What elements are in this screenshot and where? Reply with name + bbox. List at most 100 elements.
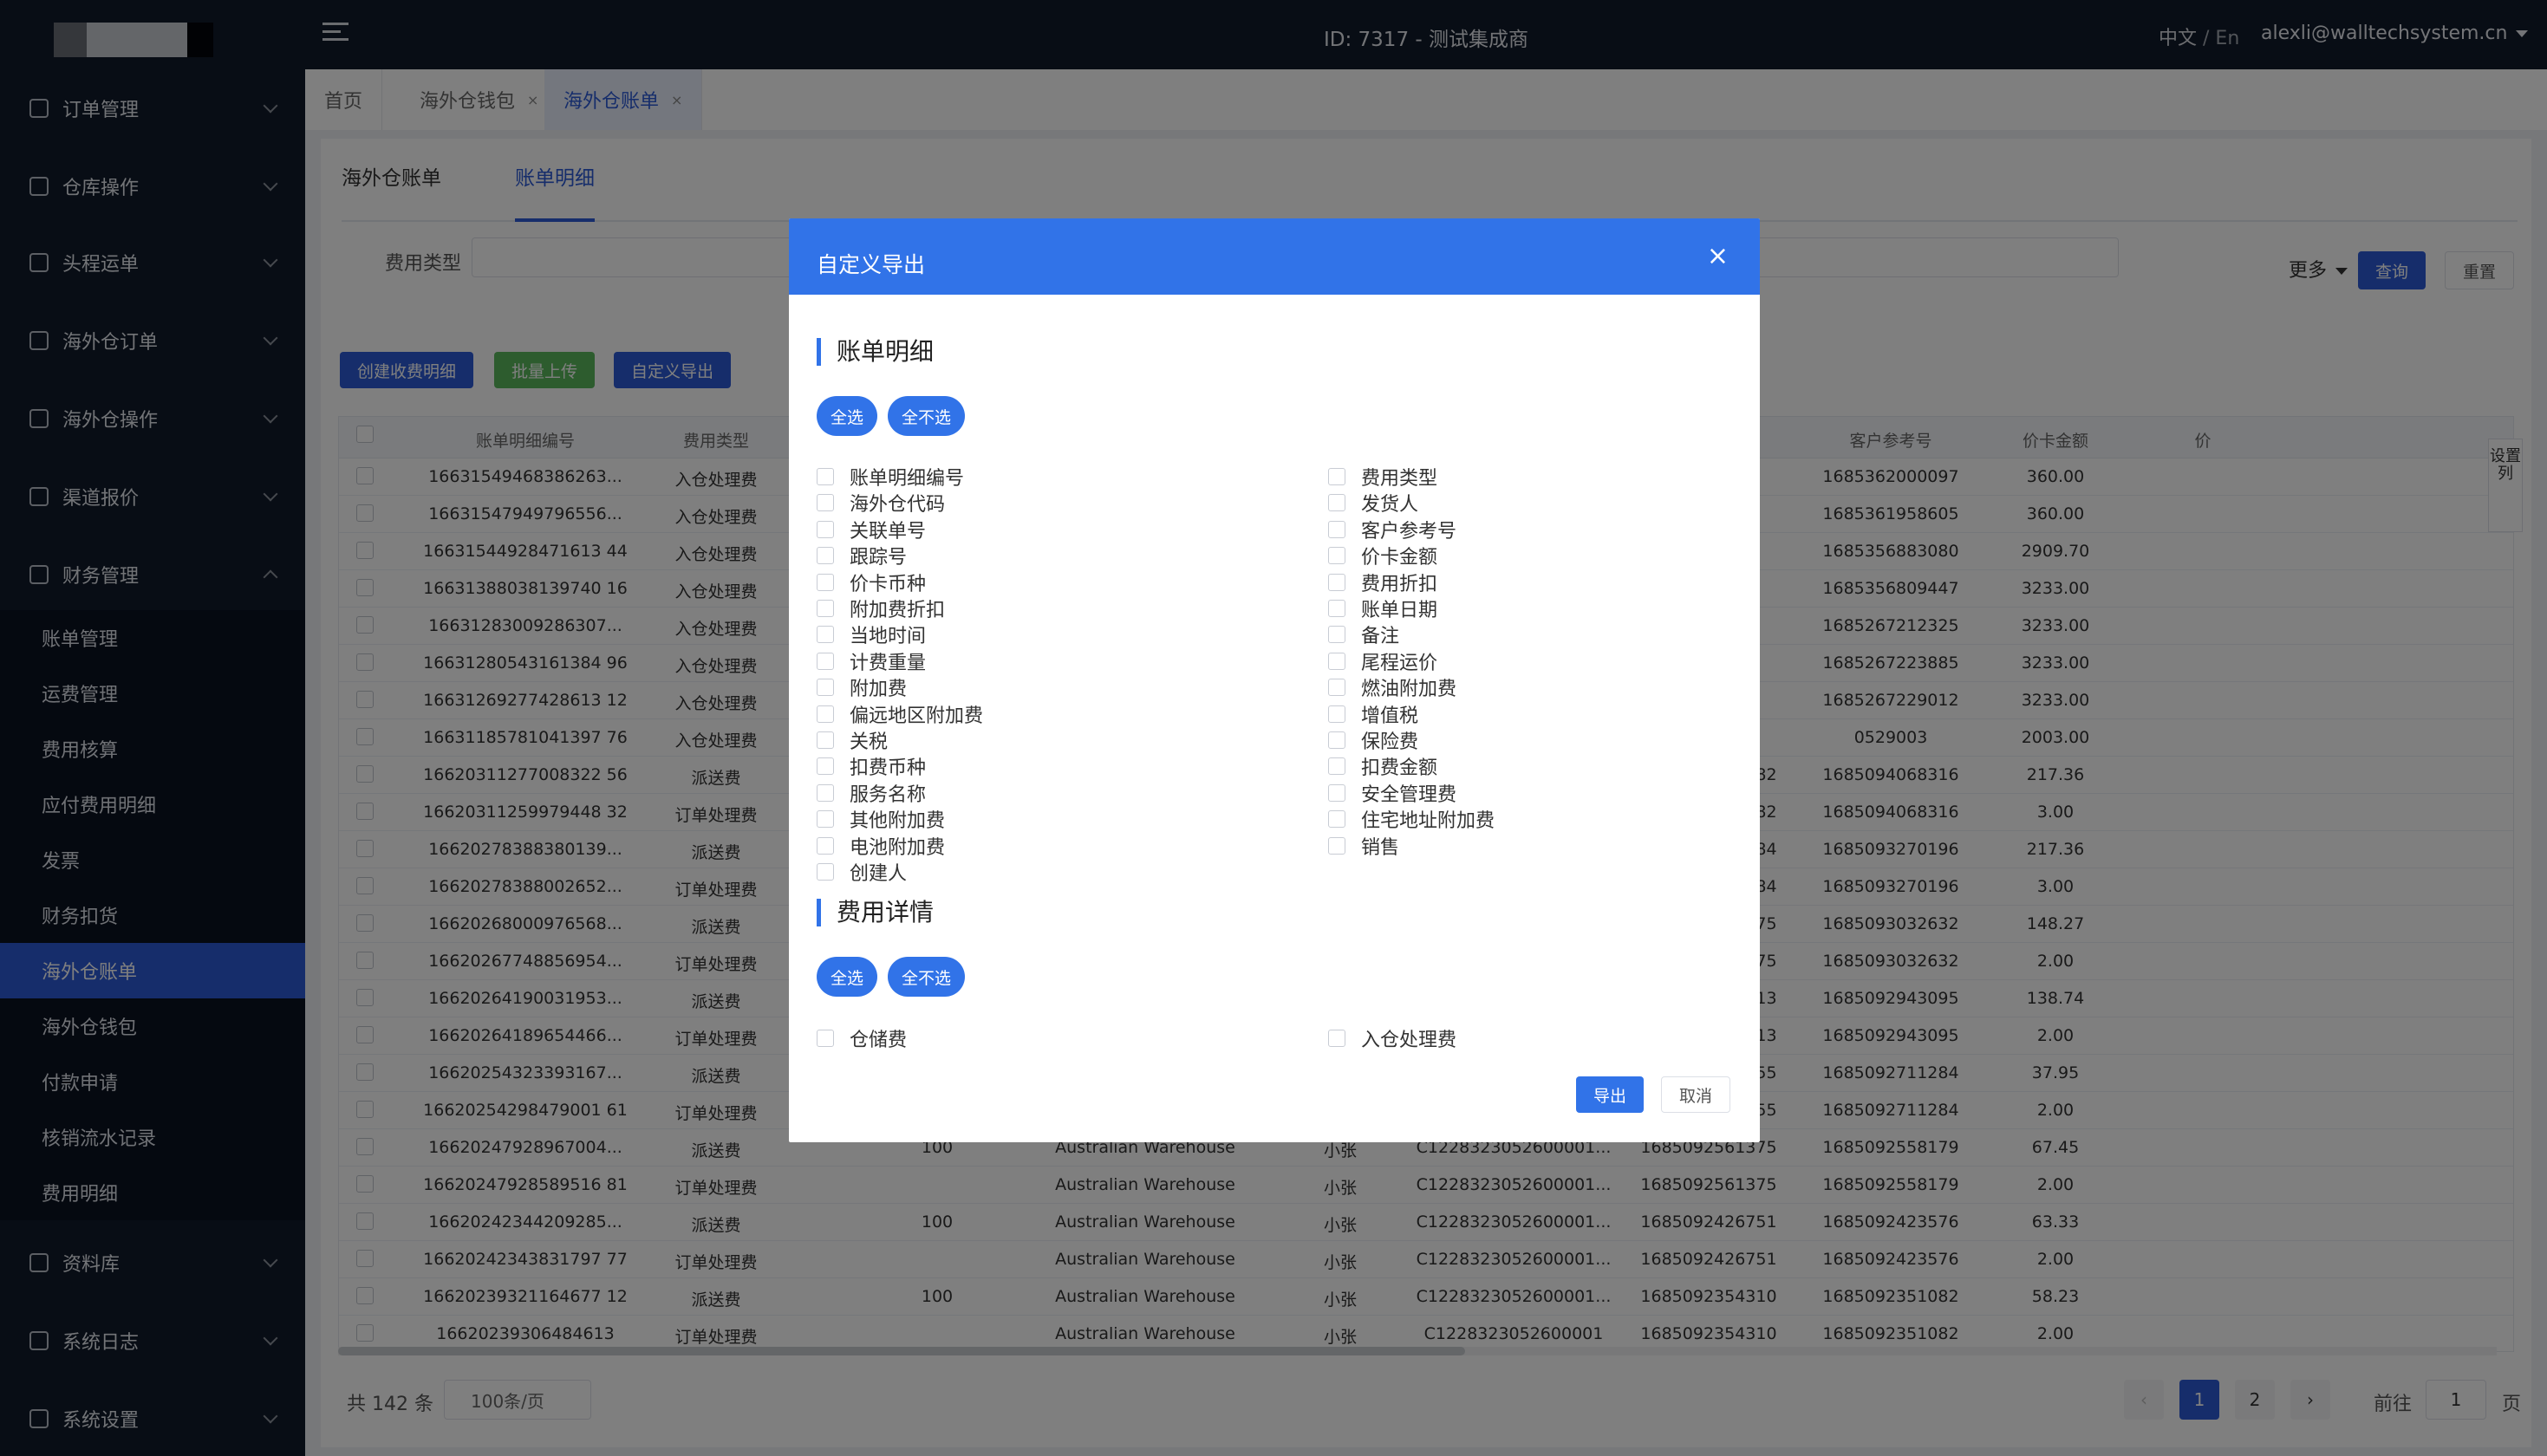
checkbox[interactable] [1328, 783, 1345, 802]
export-field-option[interactable]: 附加费折扣 [817, 595, 945, 622]
export-field-option[interactable]: 扣费金额 [1328, 752, 1437, 780]
export-field-option[interactable]: 服务名称 [817, 779, 926, 807]
export-field-option[interactable]: 偏远地区附加费 [817, 700, 983, 728]
checkbox[interactable] [817, 705, 834, 723]
export-field-option[interactable]: 其他附加费 [817, 805, 945, 833]
export-field-option[interactable]: 安全管理费 [1328, 779, 1456, 807]
export-field-option[interactable]: 备注 [1328, 621, 1399, 648]
checkbox[interactable] [1328, 679, 1345, 697]
export-field-option[interactable]: 电池附加费 [817, 832, 945, 860]
export-field-option[interactable]: 销售 [1328, 832, 1399, 860]
option-label: 客户参考号 [1361, 520, 1457, 543]
checkbox[interactable] [1328, 520, 1345, 538]
option-label: 住宅地址附加费 [1361, 810, 1495, 833]
export-field-option[interactable]: 关联单号 [817, 516, 926, 543]
option-label: 发货人 [1361, 494, 1419, 517]
option-label: 费用类型 [1361, 468, 1438, 490]
export-field-option[interactable]: 海外仓代码 [817, 489, 945, 517]
export-field-option[interactable]: 创建人 [817, 858, 907, 886]
checkbox[interactable] [817, 626, 834, 644]
checkbox[interactable] [817, 652, 834, 670]
dialog-title: 自定义导出 [817, 252, 926, 277]
checkbox[interactable] [817, 520, 834, 538]
option-label: 销售 [1361, 836, 1400, 859]
option-label: 海外仓代码 [850, 494, 946, 517]
checkbox[interactable] [1328, 626, 1345, 644]
cancel-button[interactable]: 取消 [1661, 1076, 1731, 1113]
checkbox[interactable] [817, 573, 834, 591]
export-field-option[interactable]: 保险费 [1328, 726, 1418, 754]
checkbox[interactable] [1328, 705, 1345, 723]
checkbox[interactable] [817, 783, 834, 802]
option-label: 账单日期 [1361, 600, 1438, 621]
option-label: 关税 [850, 731, 889, 753]
checkbox[interactable] [1328, 494, 1345, 512]
option-label: 其他附加费 [850, 810, 946, 833]
checkbox[interactable] [1328, 652, 1345, 670]
export-field-option[interactable]: 当地时间 [817, 621, 926, 648]
checkbox[interactable] [817, 1030, 834, 1047]
export-field-option[interactable]: 燃油附加费 [1328, 673, 1456, 701]
export-field-option[interactable]: 尾程运价 [1328, 647, 1437, 675]
checkbox[interactable] [817, 547, 834, 565]
export-field-option[interactable]: 计费重量 [817, 647, 926, 675]
checkbox[interactable] [817, 757, 834, 776]
deselect-all-button[interactable]: 全不选 [888, 957, 966, 997]
checkbox[interactable] [1328, 547, 1345, 565]
export-field-option[interactable]: 账单明细编号 [817, 463, 964, 491]
checkbox[interactable] [1328, 757, 1345, 776]
export-field-option[interactable]: 关税 [817, 726, 888, 754]
option-label: 尾程运价 [1361, 652, 1438, 674]
export-button[interactable]: 导出 [1576, 1076, 1645, 1113]
option-label: 价卡币种 [850, 573, 927, 595]
option-label: 保险费 [1361, 731, 1419, 753]
export-field-option[interactable]: 发货人 [1328, 489, 1418, 517]
checkbox[interactable] [1328, 810, 1345, 829]
checkbox[interactable] [1328, 836, 1345, 855]
export-field-option[interactable]: 附加费 [817, 673, 907, 701]
export-field-option[interactable]: 扣费币种 [817, 752, 926, 780]
option-label: 附加费折扣 [850, 600, 946, 621]
checkbox[interactable] [817, 600, 834, 617]
dialog-header: 自定义导出 × [789, 218, 1760, 295]
option-label: 当地时间 [850, 626, 927, 648]
export-field-option[interactable]: 入仓处理费 [1328, 1024, 1456, 1052]
checkbox[interactable] [1328, 573, 1345, 591]
checkbox[interactable] [1328, 1030, 1345, 1047]
option-label: 价卡金额 [1361, 547, 1438, 569]
checkbox[interactable] [1328, 731, 1345, 749]
option-label: 偏远地区附加费 [850, 705, 984, 727]
close-icon[interactable]: × [1707, 241, 1729, 271]
checkbox[interactable] [817, 731, 834, 749]
checkbox[interactable] [817, 863, 834, 881]
option-label: 关联单号 [850, 520, 927, 543]
export-field-option[interactable]: 客户参考号 [1328, 516, 1456, 543]
option-label: 计费重量 [850, 652, 927, 674]
option-label: 账单明细编号 [850, 468, 965, 490]
option-label: 服务名称 [850, 783, 927, 806]
option-label: 创建人 [850, 863, 908, 885]
export-field-option[interactable]: 仓储费 [817, 1024, 907, 1052]
checkbox[interactable] [1328, 468, 1345, 485]
export-field-option[interactable]: 费用折扣 [1328, 569, 1437, 596]
select-all-button[interactable]: 全选 [817, 957, 878, 997]
deselect-all-button[interactable]: 全不选 [888, 396, 966, 436]
checkbox[interactable] [817, 468, 834, 485]
option-label: 扣费金额 [1361, 757, 1438, 780]
export-field-option[interactable]: 增值税 [1328, 700, 1418, 728]
export-field-option[interactable]: 价卡币种 [817, 569, 926, 596]
export-field-option[interactable]: 跟踪号 [817, 542, 907, 569]
checkbox[interactable] [1328, 600, 1345, 617]
checkbox[interactable] [817, 679, 834, 697]
export-field-option[interactable]: 价卡金额 [1328, 542, 1437, 569]
export-field-option[interactable]: 住宅地址附加费 [1328, 805, 1495, 833]
checkbox[interactable] [817, 836, 834, 855]
custom-export-dialog: 自定义导出 × 账单明细 全选 全不选 账单明细编号 海外仓代码 关联单号 跟踪号 价卡… [789, 218, 1760, 1142]
checkbox[interactable] [817, 810, 834, 829]
checkbox[interactable] [817, 494, 834, 512]
option-label: 备注 [1361, 626, 1400, 648]
export-field-option[interactable]: 账单日期 [1328, 595, 1437, 622]
select-all-button[interactable]: 全选 [817, 396, 878, 436]
export-field-option[interactable]: 费用类型 [1328, 463, 1437, 491]
option-label: 仓储费 [850, 1030, 908, 1051]
